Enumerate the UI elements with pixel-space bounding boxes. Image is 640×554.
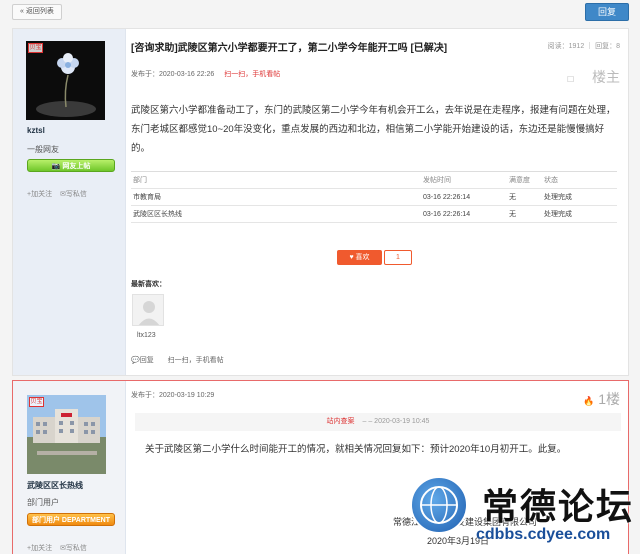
header-cell: 满意度	[509, 177, 530, 184]
floor-indicator: ☐ 楼主	[567, 67, 620, 87]
table-cell: 武陵区区长热线	[133, 211, 182, 218]
user-badge: 部门用户 DEPARTMENT	[27, 513, 115, 526]
floor-indicator: 🔥 1楼	[583, 389, 620, 409]
recent-user-name[interactable]: ltx123	[137, 332, 156, 339]
table-header: 部门 发帖时间 满意度 状态	[131, 172, 617, 189]
table-cell: 无	[509, 211, 516, 218]
author-links: +加关注 ✉写私信	[27, 189, 93, 199]
reply-button[interactable]: 回复	[585, 3, 629, 21]
table-cell: 03-16 22:26:14	[423, 194, 471, 201]
author-rank: 一般网友	[27, 145, 59, 154]
author-sidebar: 贝宝 武陵区区长热线 部门用户 部门用户 DEPARTMENT +加关注 ✉写私…	[13, 381, 126, 554]
reply-link[interactable]: 💬回复	[131, 357, 154, 364]
watermark-url: cdbbs.cdyee.com	[476, 526, 611, 543]
post-footer-links: 💬回复 扫一扫，手机看帖	[131, 355, 236, 365]
post-stats: 阅读：1912 ｜ 回复：8	[547, 43, 620, 50]
header-cell: 部门	[133, 177, 147, 184]
mobile-link[interactable]: 扫一扫，手机看帖	[168, 357, 224, 364]
table-row: 武陵区区长热线 03-16 22:26:14 无 处理完成	[131, 206, 617, 223]
floor-tool-icon[interactable]: ☐	[567, 75, 574, 84]
quote-box: 站内查案 – – 2020-03-19 10:45	[135, 413, 621, 431]
watermark-title: 常德论坛	[482, 486, 635, 528]
site-logo-icon	[410, 476, 468, 534]
table-cell: 处理完成	[544, 194, 572, 201]
table-cell: 处理完成	[544, 211, 572, 218]
recent-likes-label: 最新喜欢：	[131, 281, 166, 288]
author-name[interactable]: kztsl	[27, 126, 45, 135]
vip-tag: 贝宝	[29, 397, 44, 407]
department-table: 部门 发帖时间 满意度 状态 市教育局 03-16 22:26:14 无 处理完…	[131, 171, 617, 223]
author-name[interactable]: 武陵区区长热线	[27, 480, 83, 491]
follow-link[interactable]: +加关注	[27, 545, 52, 552]
avatar[interactable]: 贝宝	[27, 395, 106, 474]
quote-source[interactable]: 站内查案	[327, 418, 355, 425]
post-content: [咨询求助]武陵区第六小学都要开工了，第二小学今年能开工吗 [已解决] 阅读：1…	[131, 29, 628, 375]
fire-icon: 🔥	[583, 396, 595, 406]
post-body: 武陵区第六小学都准备动工了，东门的武陵区第二小学今年有机会开工么，去年说是在走程…	[131, 105, 616, 154]
like-button[interactable]: ♥ 喜欢	[337, 250, 382, 265]
floor-label: 1楼	[598, 391, 620, 407]
author-links: +加关注 ✉写私信	[27, 543, 93, 553]
message-link[interactable]: ✉写私信	[60, 545, 87, 552]
table-cell: 03-16 22:26:14	[423, 211, 471, 218]
post-main: 贝宝 kztsl 一般网友 📷 网友上帖 +加关注 ✉写私信 [咨询求助]武陵区…	[12, 28, 629, 376]
author-sidebar: 贝宝 kztsl 一般网友 📷 网友上帖 +加关注 ✉写私信	[13, 29, 126, 375]
header-cell: 发帖时间	[423, 177, 451, 184]
post-meta: 发布于：2020-03-16 22:26 扫一扫，手机看帖	[131, 69, 280, 79]
floor-label: 楼主	[592, 69, 620, 85]
user-badge: 📷 网友上帖	[27, 159, 115, 172]
site-watermark: 常德论坛 cdbbs.cdyee.com	[406, 470, 640, 554]
recent-user-avatar[interactable]	[132, 294, 164, 326]
reply-body: 关于武陵区第二小学什么时间能开工的情况，就相关情况回复如下：预计2020年10月…	[145, 444, 567, 455]
post-title: [咨询求助]武陵区第六小学都要开工了，第二小学今年能开工吗 [已解决]	[131, 43, 448, 54]
globe-icon	[420, 486, 458, 524]
top-bar: « 返回列表 回复	[0, 0, 640, 28]
table-cell: 无	[509, 194, 516, 201]
message-link[interactable]: ✉写私信	[60, 191, 87, 198]
quote-time: – – 2020-03-19 10:45	[362, 418, 430, 425]
back-to-list-button[interactable]: « 返回列表	[12, 4, 62, 20]
like-count: 1	[384, 250, 412, 265]
table-row: 市教育局 03-16 22:26:14 无 处理完成	[131, 189, 617, 206]
header-cell: 状态	[544, 177, 558, 184]
author-rank: 部门用户	[27, 498, 59, 507]
vip-tag: 贝宝	[28, 43, 43, 53]
mobile-view-link[interactable]: 扫一扫，手机看帖	[224, 71, 280, 78]
table-cell: 市教育局	[133, 194, 161, 201]
avatar[interactable]: 贝宝	[26, 41, 105, 120]
follow-link[interactable]: +加关注	[27, 191, 52, 198]
post-time: 发布于：2020-03-16 22:26	[131, 71, 215, 78]
post-time: 发布于：2020-03-19 10:29	[131, 392, 215, 399]
default-avatar-icon	[133, 295, 163, 325]
